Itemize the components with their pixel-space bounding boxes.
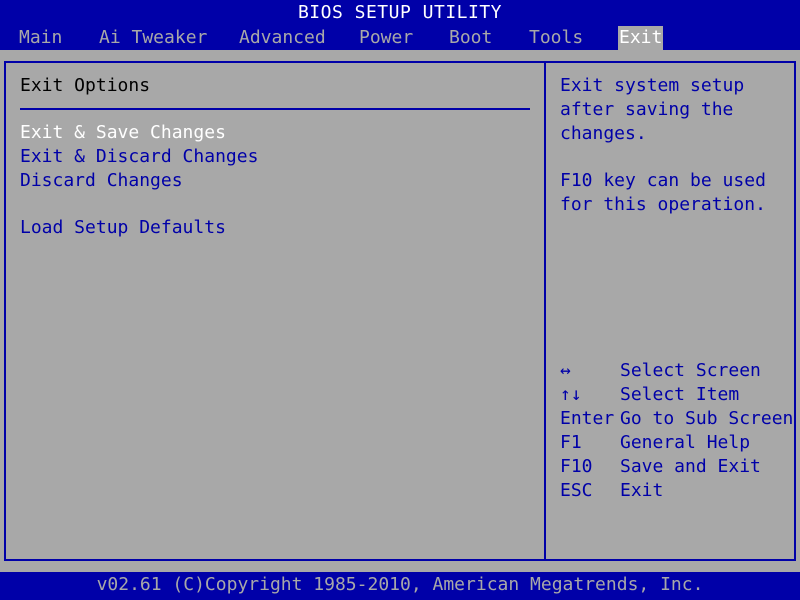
title-bar: BIOS SETUP UTILITY: [0, 0, 800, 26]
copyright-footer: v02.61 (C)Copyright 1985-2010, American …: [0, 572, 800, 600]
menu-bar: Main Ai Tweaker Advanced Power Boot Tool…: [0, 26, 800, 50]
tab-boot[interactable]: Boot: [448, 26, 493, 50]
panel-divider: [544, 61, 546, 561]
key-legend-row: ESC Exit: [560, 479, 663, 503]
option-load-setup-defaults[interactable]: Load Setup Defaults: [20, 216, 226, 240]
key-label: ESC: [560, 480, 593, 501]
left-right-arrow-icon: ↔: [560, 360, 571, 381]
tab-exit[interactable]: Exit: [618, 26, 664, 50]
key-legend-row: F1 General Help: [560, 431, 750, 455]
option-exit-save-changes[interactable]: Exit & Save Changes: [20, 121, 226, 145]
key-legend-row: Enter Go to Sub Screen: [560, 407, 793, 431]
key-description: Select Item: [620, 384, 740, 405]
help-text-line: F10 key can be used: [560, 170, 766, 191]
help-text-line: for this operation.: [560, 194, 766, 215]
section-title: Exit Options: [20, 75, 151, 96]
key-label: F1: [560, 432, 582, 453]
help-text-line: Exit system setup: [560, 75, 745, 96]
option-discard-changes[interactable]: Discard Changes: [20, 169, 183, 193]
help-text-line: changes.: [560, 123, 647, 144]
key-description: Go to Sub Screen: [620, 408, 794, 429]
tab-advanced[interactable]: Advanced: [238, 26, 327, 50]
key-legend-row: ↔ Select Screen: [560, 359, 761, 383]
key-legend-row: F10 Save and Exit: [560, 455, 761, 479]
tab-ai-tweaker[interactable]: Ai Tweaker: [98, 26, 208, 50]
key-description: General Help: [620, 432, 751, 453]
help-text-line: after saving the: [560, 99, 734, 120]
option-exit-discard-changes[interactable]: Exit & Discard Changes: [20, 145, 258, 169]
tab-power[interactable]: Power: [358, 26, 414, 50]
key-description: Save and Exit: [620, 456, 761, 477]
key-description: Select Screen: [620, 360, 761, 381]
key-legend-row: ↑↓ Select Item: [560, 383, 739, 407]
tab-main[interactable]: Main: [18, 26, 63, 50]
key-label: F10: [560, 456, 593, 477]
tab-tools[interactable]: Tools: [528, 26, 584, 50]
up-down-arrow-icon: ↑↓: [560, 384, 582, 405]
key-description: Exit: [620, 480, 664, 501]
section-divider: [20, 108, 530, 110]
key-label: Enter: [560, 408, 615, 429]
